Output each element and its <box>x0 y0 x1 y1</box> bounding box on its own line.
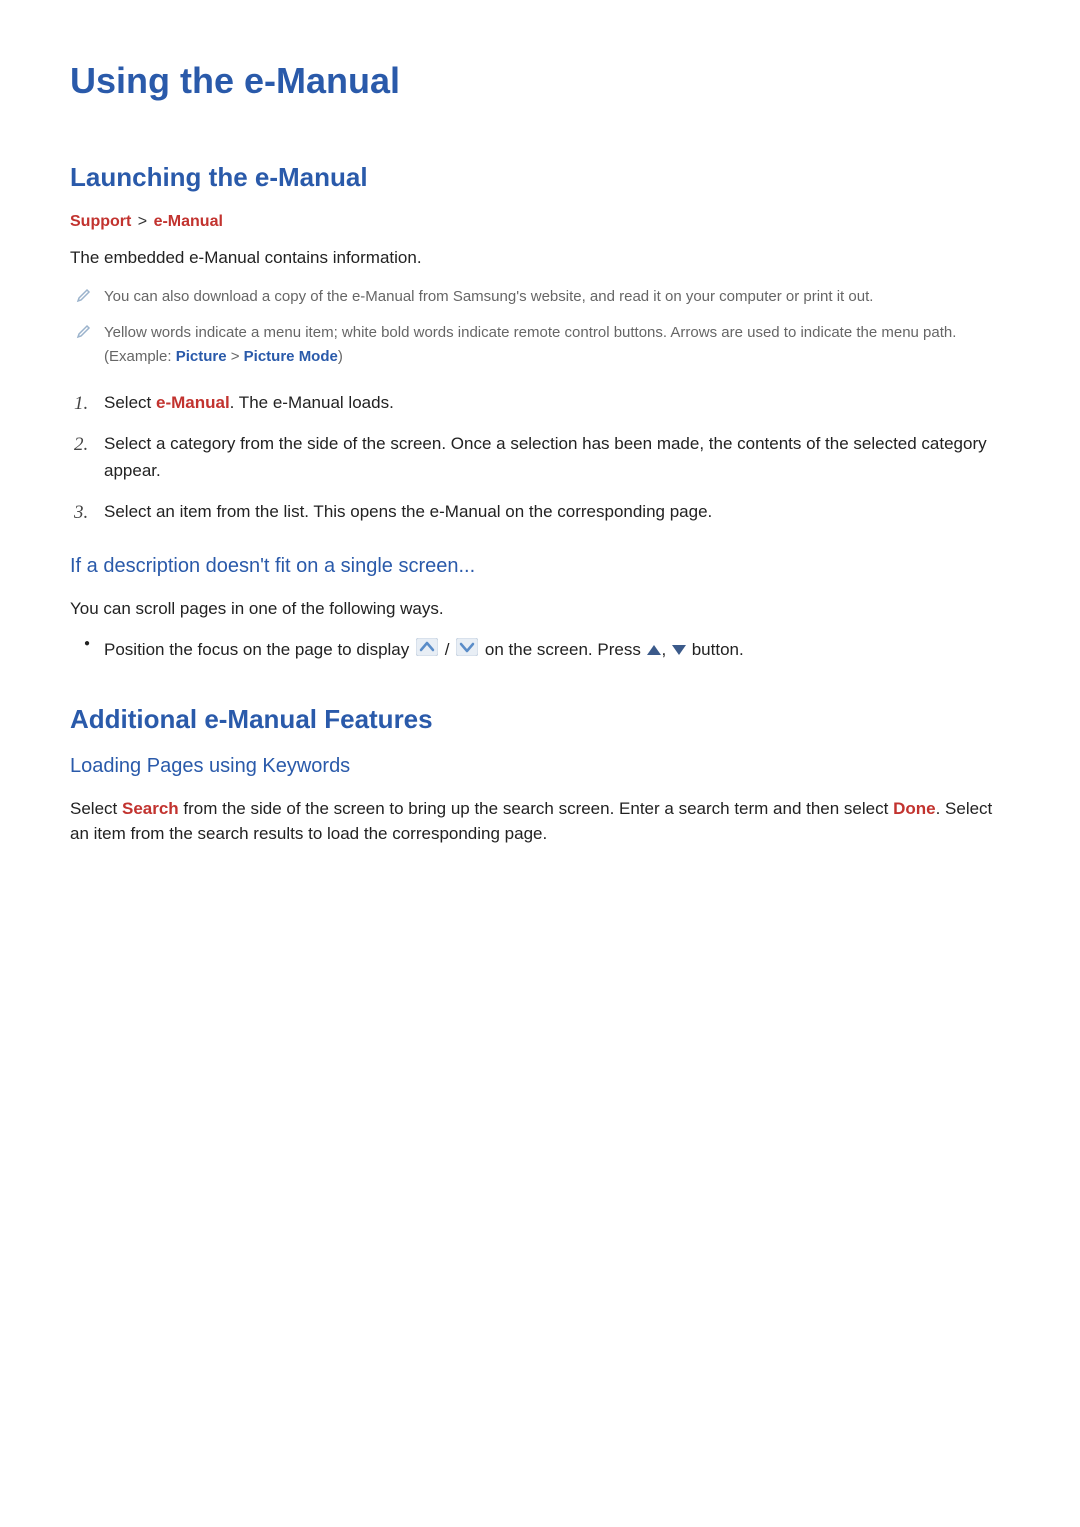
triangle-up-icon <box>647 645 661 655</box>
pencil-icon <box>76 323 92 339</box>
bullet-comma: , <box>662 640 671 659</box>
note-text-after: ) <box>338 348 343 365</box>
chevron-down-icon <box>456 637 478 664</box>
steps-list: 1. Select e-Manual. The e-Manual loads. … <box>70 389 1010 526</box>
step-item: 2. Select a category from the side of th… <box>70 430 1010 484</box>
breadcrumb-emanual: e-Manual <box>154 213 223 230</box>
breadcrumb: Support > e-Manual <box>70 213 1010 231</box>
subsection-description-heading: If a description doesn't fit on a single… <box>70 555 1010 578</box>
note-item: You can also download a copy of the e-Ma… <box>70 285 1010 309</box>
menu-link-picture-mode: Picture Mode <box>244 348 338 365</box>
step-after: . The e-Manual loads. <box>230 393 394 412</box>
section-launching-heading: Launching the e-Manual <box>70 162 1010 193</box>
bullet-list: Position the focus on the page to displa… <box>70 636 1010 664</box>
triangle-down-icon <box>672 645 686 655</box>
intro-text: The embedded e-Manual contains informati… <box>70 245 1010 271</box>
keywords-before: Select <box>70 799 122 818</box>
step-item: 1. Select e-Manual. The e-Manual loads. <box>70 389 1010 416</box>
section-additional-heading: Additional e-Manual Features <box>70 704 1010 735</box>
bullet-after1: on the screen. Press <box>485 640 646 659</box>
subsection-keywords-heading: Loading Pages using Keywords <box>70 755 1010 778</box>
link-done: Done <box>893 799 936 818</box>
step-text: Select an item from the list. This opens… <box>104 502 712 521</box>
menu-link-picture: Picture <box>176 348 227 365</box>
step-before: Select <box>104 393 156 412</box>
bullet-after2: button. <box>687 640 744 659</box>
step-text: Select a category from the side of the s… <box>104 434 987 480</box>
link-search: Search <box>122 799 179 818</box>
keywords-text: Select Search from the side of the scree… <box>70 796 1010 847</box>
step-number: 1. <box>74 389 88 419</box>
bullet-item: Position the focus on the page to displa… <box>70 636 1010 664</box>
note-item: Yellow words indicate a menu item; white… <box>70 321 1010 369</box>
step-link-emanual: e-Manual <box>156 393 230 412</box>
note-arrow: > <box>227 348 244 365</box>
bullet-before: Position the focus on the page to displa… <box>104 640 414 659</box>
breadcrumb-support: Support <box>70 213 131 230</box>
step-number: 3. <box>74 498 88 528</box>
scroll-intro-text: You can scroll pages in one of the follo… <box>70 596 1010 622</box>
page-title: Using the e-Manual <box>70 60 1010 102</box>
note-text: You can also download a copy of the e-Ma… <box>104 288 873 305</box>
breadcrumb-separator: > <box>138 213 152 230</box>
keywords-mid: from the side of the screen to bring up … <box>179 799 893 818</box>
chevron-up-icon <box>416 637 438 664</box>
note-list: You can also download a copy of the e-Ma… <box>70 285 1010 369</box>
step-number: 2. <box>74 430 88 460</box>
pencil-icon <box>76 287 92 303</box>
step-item: 3. Select an item from the list. This op… <box>70 498 1010 525</box>
bullet-mid: / <box>445 640 454 659</box>
